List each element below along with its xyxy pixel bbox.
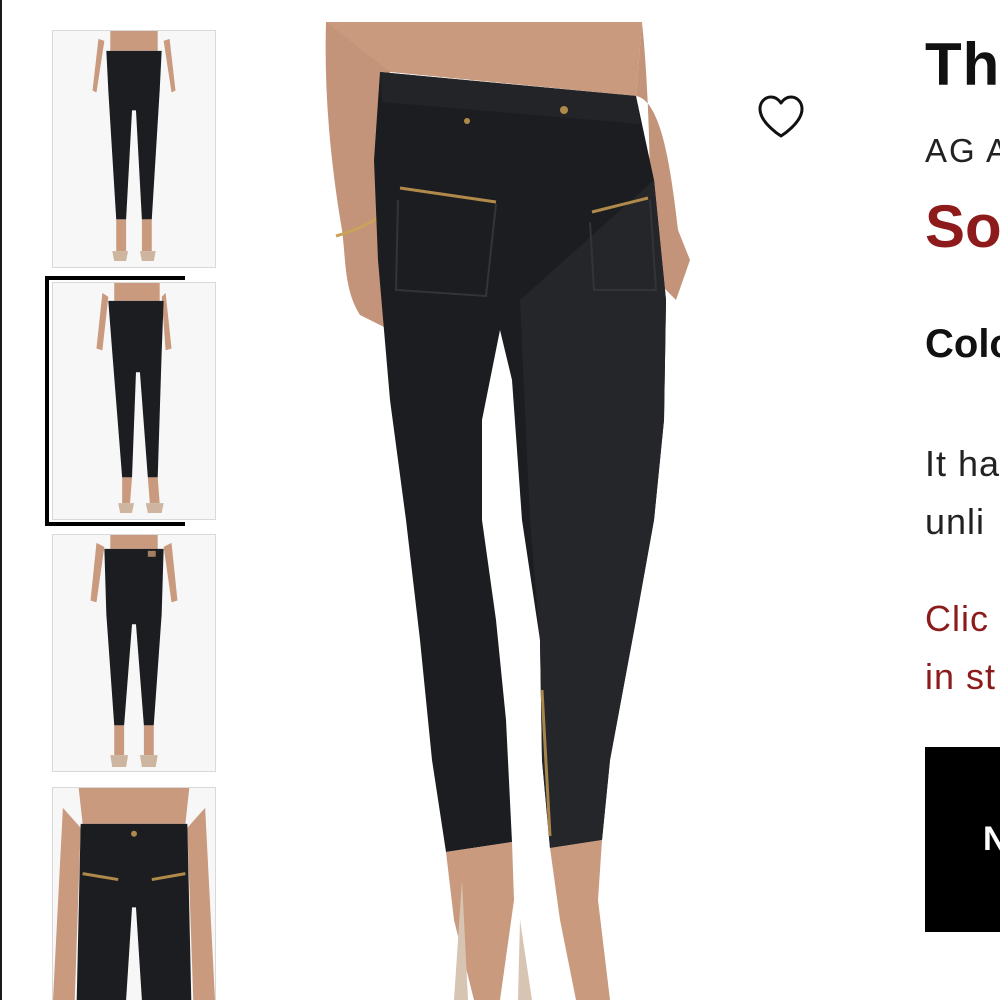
thumbnail-side[interactable]: [52, 282, 216, 520]
thumbnail-front-closeup[interactable]: [52, 787, 216, 1000]
description-line: It ha: [925, 443, 1000, 484]
product-brand[interactable]: AG A: [925, 132, 1000, 170]
click-note-link[interactable]: Clic in st: [925, 590, 996, 706]
product-info-panel: Th AG A So Colo It ha unli Clic in st N: [925, 0, 1000, 1000]
heart-outline-icon[interactable]: [754, 92, 808, 142]
main-product-image[interactable]: [250, 0, 890, 1000]
description-line: unli: [925, 501, 986, 542]
sold-status: So: [925, 193, 1000, 260]
product-description: It ha unli: [925, 435, 1000, 551]
color-label: Colo: [925, 322, 1000, 366]
product-title: Th: [925, 31, 1000, 98]
thumbnail-back[interactable]: [52, 534, 216, 772]
note-line: Clic: [925, 598, 989, 639]
action-button[interactable]: N: [925, 747, 1000, 932]
left-border: [0, 0, 2, 1000]
thumbnail-front[interactable]: [52, 30, 216, 268]
note-line: in st: [925, 656, 997, 697]
